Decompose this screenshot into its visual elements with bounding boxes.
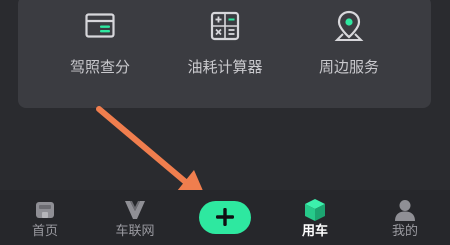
service-label: 周边服务	[318, 58, 379, 76]
tab-label: 首页	[31, 224, 58, 239]
location-pin-icon	[334, 10, 364, 44]
tab-mine[interactable]: 我的	[365, 190, 445, 245]
home-icon	[33, 198, 57, 222]
tab-label: 我的	[391, 224, 418, 239]
tab-use-car[interactable]: 用车	[275, 190, 355, 245]
service-label: 驾照查分	[69, 58, 130, 76]
license-card-icon	[85, 10, 115, 44]
tab-label: 用车	[301, 224, 328, 239]
service-license-points[interactable]: 驾照查分	[45, 10, 155, 90]
tab-label: 车联网	[115, 224, 155, 239]
service-label: 油耗计算器	[187, 58, 263, 76]
car-network-icon	[123, 198, 147, 222]
cube-icon	[303, 198, 327, 222]
services-card: 驾照查分 油耗计算器 周边服务	[18, 0, 431, 108]
plus-icon	[216, 208, 234, 226]
tab-home[interactable]: 首页	[5, 190, 85, 245]
calculator-icon	[210, 10, 240, 44]
add-button[interactable]	[199, 201, 251, 234]
service-nearby[interactable]: 周边服务	[294, 10, 404, 90]
tab-car-network[interactable]: 车联网	[95, 190, 175, 245]
profile-icon	[393, 198, 417, 222]
service-fuel-calculator[interactable]: 油耗计算器	[170, 10, 280, 90]
